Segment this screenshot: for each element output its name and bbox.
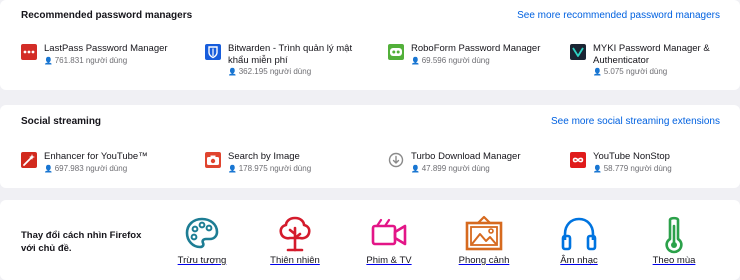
person-icon: 👤 (593, 165, 602, 173)
addon-name: Search by Image (228, 151, 300, 162)
theme-label: Thiên nhiên (270, 255, 320, 266)
landscape-frame-icon (465, 215, 503, 251)
theme-label: Trừu tượng (177, 255, 227, 266)
addon-user-count: 👤 58.779 người dùng (593, 163, 672, 173)
roboform-icon (388, 44, 404, 60)
social-streaming-title: Social streaming (21, 116, 102, 127)
addon-lastpass[interactable]: LastPass Password Manager 👤 761.831 người… (21, 43, 191, 67)
addon-name: RoboForm Password Manager (411, 43, 541, 54)
theme-nature[interactable]: Thiên nhiên (260, 214, 330, 266)
theme-label: Phong cảnh (458, 255, 510, 266)
addon-name: LastPass Password Manager (44, 43, 168, 54)
person-icon: 👤 (44, 165, 53, 173)
addon-myki[interactable]: MYKI Password Manager & Authenticator 👤 5… (570, 43, 740, 78)
themes-card: Thay đổi cách nhìn Firefox với chủ đề. T… (0, 200, 740, 280)
theme-music[interactable]: Âm nhạc (544, 214, 614, 266)
addon-name: Turbo Download Manager (411, 151, 521, 162)
theme-scenery[interactable]: Phong cảnh (449, 214, 519, 266)
addon-user-count: 👤 362.195 người dùng (228, 67, 312, 76)
addon-name: MYKI Password Manager & Authenticator (593, 43, 710, 66)
camera-icon (205, 152, 221, 168)
theme-label: Phim & TV (366, 255, 412, 266)
addon-user-count: 👤 69.596 người dùng (411, 55, 490, 65)
bitwarden-icon (205, 44, 221, 60)
tree-icon (279, 216, 311, 252)
theme-label: Theo mùa (652, 255, 696, 266)
enhancer-youtube-icon (21, 152, 37, 168)
addon-name: YouTube NonStop (593, 151, 670, 162)
addon-roboform[interactable]: RoboForm Password Manager 👤 69.596 người … (388, 43, 558, 67)
see-more-password-managers-link[interactable]: See more recommended password managers (517, 10, 720, 21)
addon-user-count: 👤 761.831 người dùng (44, 55, 128, 65)
password-managers-card: Recommended password managers See more r… (0, 0, 740, 90)
person-icon: 👤 (228, 69, 237, 76)
addon-user-count: 👤 697.983 người dùng (44, 163, 128, 173)
download-icon (388, 152, 404, 168)
addon-turbo-download-manager[interactable]: Turbo Download Manager 👤 47.899 người dùn… (388, 151, 558, 175)
person-icon: 👤 (411, 57, 420, 65)
addon-name: Enhancer for YouTube™ (44, 151, 148, 162)
person-icon: 👤 (44, 57, 53, 65)
palette-icon (185, 217, 219, 249)
addon-youtube-nonstop[interactable]: YouTube NonStop 👤 58.779 người dùng (570, 151, 740, 175)
myki-icon (570, 44, 586, 60)
addon-user-count: 👤 47.899 người dùng (411, 163, 490, 173)
headphones-icon (561, 217, 597, 251)
person-icon: 👤 (228, 165, 237, 173)
theme-movies-tv[interactable]: Phim & TV (354, 214, 424, 266)
lastpass-icon (21, 44, 37, 60)
infinity-icon (570, 152, 586, 168)
addon-enhancer-youtube[interactable]: Enhancer for YouTube™ 👤 697.983 người dùn… (21, 151, 191, 175)
video-camera-icon (371, 218, 407, 246)
theme-label: Âm nhạc (560, 255, 598, 266)
addon-bitwarden[interactable]: Bitwarden - Trình quản lý mật khẩu miễn … (205, 43, 375, 78)
addon-user-count: 👤 5.075 người dùng (593, 67, 668, 76)
addon-user-count: 👤 178.975 người dùng (228, 163, 312, 173)
person-icon: 👤 (593, 69, 602, 76)
password-managers-title: Recommended password managers (21, 10, 193, 21)
see-more-social-streaming-link[interactable]: See more social streaming extensions (551, 116, 720, 127)
themes-intro-text: Thay đổi cách nhìn Firefox với chủ đề. (21, 230, 142, 254)
addon-name: Bitwarden - Trình quản lý mật khẩu miễn … (228, 43, 353, 66)
theme-seasonal[interactable]: Theo mùa (639, 214, 709, 266)
thermometer-icon (665, 216, 683, 254)
person-icon: 👤 (411, 165, 420, 173)
addon-search-by-image[interactable]: Search by Image 👤 178.975 người dùng (205, 151, 375, 175)
theme-abstract[interactable]: Trừu tượng (167, 214, 237, 266)
social-streaming-card: Social streaming See more social streami… (0, 105, 740, 188)
